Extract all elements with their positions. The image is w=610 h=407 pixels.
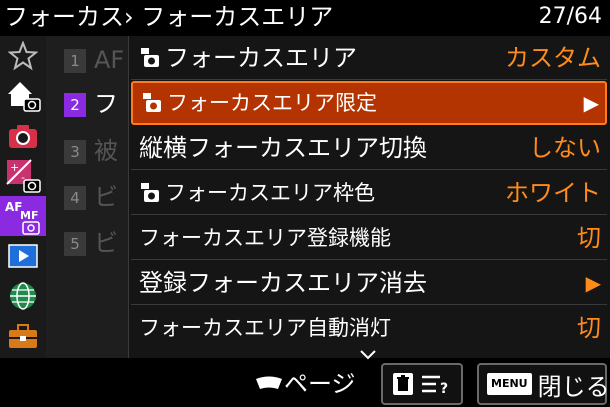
submenu-label: 被: [94, 137, 118, 165]
setup-tab[interactable]: [0, 316, 46, 356]
menu-row-label: 登録フォーカスエリア消去: [139, 269, 427, 297]
menu-row-label: フォーカスエリア限定: [167, 91, 377, 115]
menu-button-icon: MENU: [487, 373, 532, 395]
submenu-item[interactable]: 2 フ: [46, 82, 128, 126]
submenu-item[interactable]: 4 ビ: [46, 175, 128, 219]
submenu-arrow-icon: ▶: [583, 91, 599, 115]
breadcrumb: フォーカス› フォーカスエリア: [4, 3, 334, 31]
menu-row-auto-off[interactable]: フォーカスエリア自動消灯 切: [131, 306, 607, 350]
network-tab[interactable]: [0, 276, 46, 316]
submenu-label: ビ: [94, 229, 118, 257]
play-icon: [8, 244, 38, 268]
svg-text:?: ?: [440, 381, 448, 395]
menu-row-label: 縦横フォーカスエリア切換: [139, 134, 427, 162]
camera-setting-icon: [143, 93, 161, 112]
svg-text:MF: MF: [20, 209, 38, 222]
submenu-item[interactable]: 3 被: [46, 129, 128, 173]
submenu-number: 5: [64, 232, 86, 256]
footer-bar: ページ ? MENU 閉じる: [0, 360, 610, 407]
submenu-number: 3: [64, 140, 86, 164]
submenu-list: 1 AF 2 フ 3 被 4 ビ 5 ビ: [46, 36, 128, 358]
camera-tab[interactable]: [0, 116, 46, 156]
menu-row-frame-color[interactable]: フォーカスエリア枠色 ホワイト: [131, 171, 607, 215]
exposure-tab[interactable]: + -: [0, 156, 46, 196]
menu-row-delete-registered[interactable]: 登録フォーカスエリア消去 ▶: [131, 261, 607, 305]
trash-icon: [393, 373, 413, 395]
svg-text:+: +: [10, 161, 19, 174]
favorites-tab[interactable]: [0, 36, 46, 76]
page-counter: 27/64: [538, 4, 602, 29]
menu-row-value: 切: [577, 314, 601, 342]
camera-icon: [9, 125, 37, 148]
menu-row-value: カスタム: [505, 44, 601, 72]
submenu-number: 1: [64, 49, 86, 73]
control-wheel-icon: [256, 376, 282, 389]
menu-row-focus-area[interactable]: フォーカスエリア カスタム: [131, 36, 607, 80]
page-hint: ページ: [254, 366, 356, 402]
playback-tab[interactable]: [0, 236, 46, 276]
page-label: ページ: [284, 370, 356, 398]
submenu-item[interactable]: 5 ビ: [46, 221, 128, 265]
submenu-arrow-icon: ▶: [585, 271, 601, 295]
submenu-label: フ: [94, 90, 118, 118]
title-bar: フォーカス› フォーカスエリア 27/64: [0, 0, 610, 34]
menu-row-label: フォーカスエリア自動消灯: [139, 316, 391, 340]
help-list-icon: ?: [422, 375, 448, 395]
star-icon: [8, 41, 38, 71]
af-mf-icon: AF MF: [5, 200, 40, 235]
camera-setting-icon: [141, 183, 159, 202]
close-button[interactable]: MENU 閉じる: [477, 363, 610, 405]
main-shooting-tab[interactable]: [0, 76, 46, 116]
menu-row-vertical-horizontal-switch[interactable]: 縦横フォーカスエリア切換 しない: [131, 126, 607, 170]
menu-row-value: 切: [577, 224, 601, 252]
submenu-item[interactable]: 1 AF: [46, 38, 128, 82]
menu-list: フォーカスエリア カスタム フォーカスエリア限定 ▶ 縦横フォーカスエリア切換 …: [128, 36, 610, 358]
menu-row-register-function[interactable]: フォーカスエリア登録機能 切: [131, 216, 607, 260]
home-camera-icon: [8, 82, 41, 112]
submenu-number: 2: [64, 93, 86, 117]
toolbox-icon: [9, 324, 37, 348]
submenu-label: AF: [94, 46, 125, 74]
af-mf-tab[interactable]: AF MF: [0, 196, 46, 236]
exposure-camera-icon: + -: [6, 159, 41, 193]
menu-row-value: しない: [529, 134, 601, 162]
menu-row-label: フォーカスエリア枠色: [165, 181, 375, 205]
globe-icon: [10, 282, 36, 310]
sidebar: + - AF MF: [0, 36, 46, 358]
menu-row-value: ホワイト: [505, 179, 601, 207]
submenu-label: ビ: [94, 183, 118, 211]
camera-setting-icon: [141, 48, 159, 67]
close-label: 閉じる: [537, 372, 610, 401]
delete-help-button[interactable]: ?: [381, 363, 463, 405]
submenu-number: 4: [64, 186, 86, 210]
menu-row-label: フォーカスエリア登録機能: [139, 226, 391, 250]
menu-row-label: フォーカスエリア: [165, 44, 357, 72]
menu-row-focus-area-limit[interactable]: フォーカスエリア限定 ▶: [131, 81, 607, 125]
